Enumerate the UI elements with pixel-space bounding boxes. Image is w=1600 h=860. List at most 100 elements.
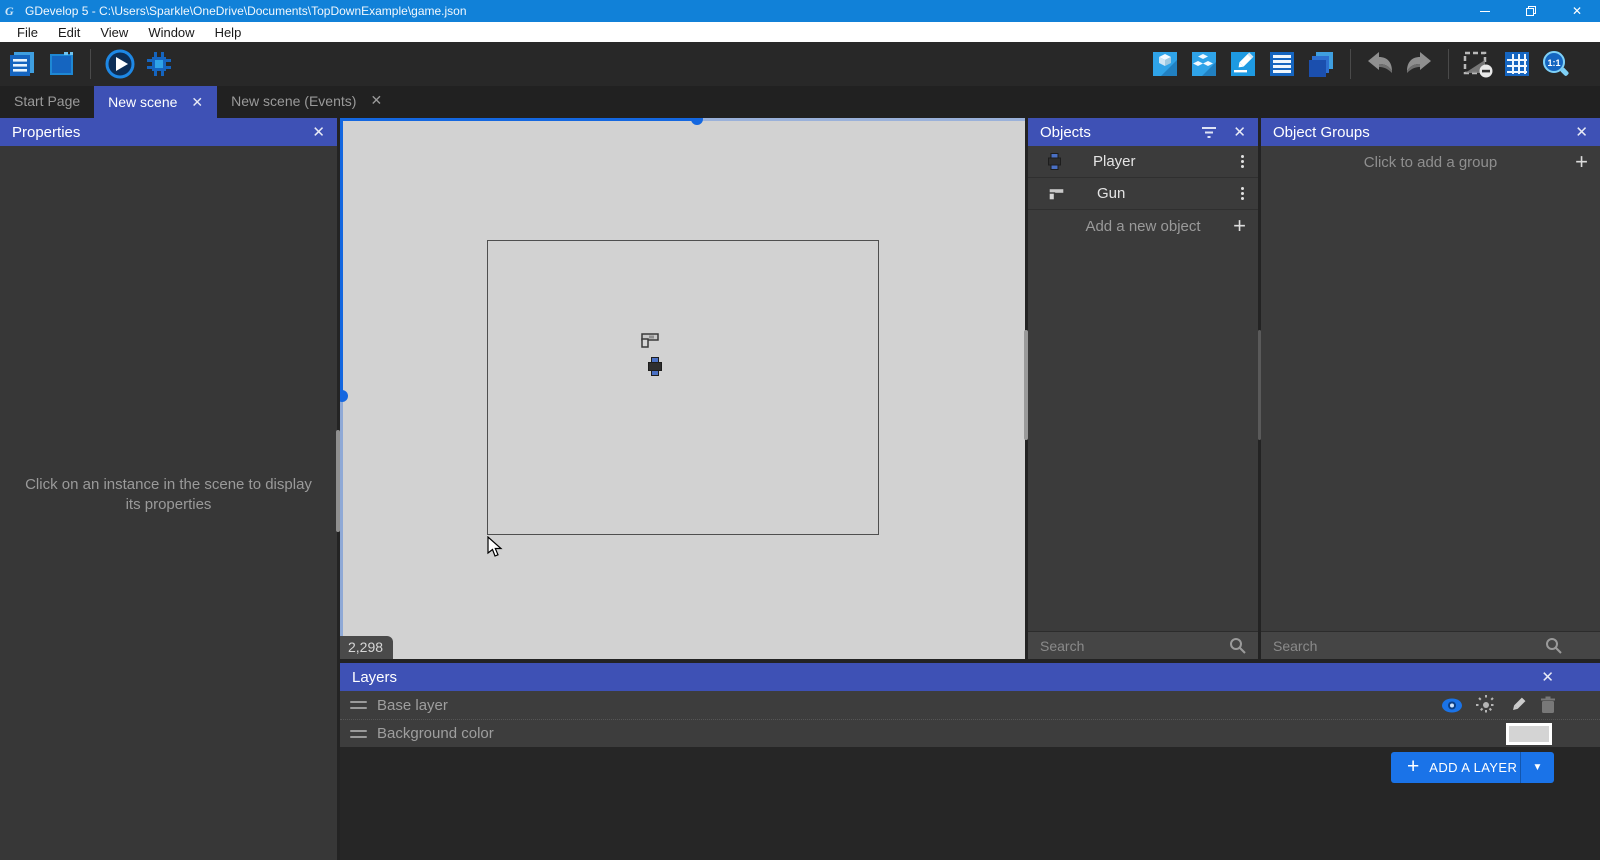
panel-title: Objects xyxy=(1040,123,1091,141)
close-panel-icon[interactable]: ✕ xyxy=(1575,123,1588,141)
layers-panel-header: Layers ✕ xyxy=(340,663,1600,691)
minimize-icon xyxy=(1480,10,1490,12)
clear-selection-icon xyxy=(1463,51,1493,78)
plus-icon: + xyxy=(1233,213,1246,238)
panel-resize-scrollbar[interactable] xyxy=(1024,330,1028,440)
panel-resize-scrollbar[interactable] xyxy=(1258,330,1261,440)
clear-selection-button[interactable] xyxy=(1462,48,1494,80)
undo-button[interactable] xyxy=(1364,48,1396,80)
object-row-gun[interactable]: Gun xyxy=(1028,178,1258,210)
add-group-button[interactable]: Click to add a group + xyxy=(1261,146,1600,178)
object-menu-icon[interactable] xyxy=(1237,183,1248,204)
tab-bar: Start Page New scene ✕ New scene (Events… xyxy=(0,86,1600,118)
toggle-properties-panel-button[interactable] xyxy=(1227,48,1259,80)
start-page-button[interactable] xyxy=(45,48,77,80)
filter-icon[interactable] xyxy=(1201,125,1217,139)
properties-panel-icon xyxy=(1231,52,1255,76)
minimize-button[interactable] xyxy=(1462,0,1508,22)
add-new-object-label: Add a new object xyxy=(1085,217,1201,235)
restore-icon xyxy=(1526,6,1536,16)
horizontal-scrollbar-track[interactable] xyxy=(340,118,697,121)
tab-new-scene-events[interactable]: New scene (Events) ✕ xyxy=(217,86,396,115)
objects-search-input[interactable] xyxy=(1040,637,1229,654)
menu-file[interactable]: File xyxy=(8,24,47,41)
layer-row-background[interactable]: Background color xyxy=(340,719,1600,747)
layer-visibility-icon[interactable] xyxy=(1441,698,1463,713)
mouse-cursor xyxy=(487,536,503,557)
drag-handle-icon[interactable] xyxy=(350,729,367,738)
panel-resize-scrollbar[interactable] xyxy=(336,430,340,532)
toolbar-separator xyxy=(90,49,91,79)
gun-instance[interactable] xyxy=(641,332,659,348)
panel-title: Properties xyxy=(12,123,81,141)
toggle-layers-panel-button[interactable] xyxy=(1305,48,1337,80)
toolbar-separator xyxy=(1448,49,1449,79)
add-layer-button[interactable]: + ADD A LAYER ▼ xyxy=(1391,752,1554,783)
layer-name: Background color xyxy=(377,725,494,742)
vertical-scrollbar-thumb[interactable] xyxy=(340,390,348,402)
svg-text:1:1: 1:1 xyxy=(1547,58,1560,68)
drag-handle-icon[interactable] xyxy=(350,701,367,709)
groups-search-input[interactable] xyxy=(1273,637,1545,654)
redo-button[interactable] xyxy=(1403,48,1435,80)
menu-help[interactable]: Help xyxy=(206,24,251,41)
panel-title: Layers xyxy=(352,668,398,686)
tab-close-icon[interactable]: ✕ xyxy=(370,92,382,109)
toolbar-separator xyxy=(1350,49,1351,79)
objects-panel-header: Objects ✕ xyxy=(1028,118,1258,146)
toggle-grid-button[interactable] xyxy=(1501,48,1533,80)
add-new-object-button[interactable]: Add a new object + xyxy=(1028,210,1258,242)
redo-icon xyxy=(1407,52,1431,73)
toggle-objects-panel-button[interactable] xyxy=(1149,48,1181,80)
plus-icon: + xyxy=(1575,149,1588,174)
layers-panel-icon xyxy=(1309,52,1333,77)
close-panel-icon[interactable]: ✕ xyxy=(312,123,325,141)
layer-effects-icon[interactable] xyxy=(1476,695,1496,715)
layer-edit-icon[interactable] xyxy=(1509,696,1527,714)
menu-window[interactable]: Window xyxy=(139,24,203,41)
properties-panel-header: Properties ✕ xyxy=(0,118,337,146)
plus-icon: + xyxy=(1407,754,1420,778)
scene-canvas[interactable]: 2,298 xyxy=(340,118,1025,659)
debug-icon xyxy=(147,52,171,76)
layers-panel: Layers ✕ Base layer Background color + A… xyxy=(340,663,1600,860)
restore-button[interactable] xyxy=(1508,0,1554,22)
tab-new-scene[interactable]: New scene ✕ xyxy=(94,86,218,118)
close-icon: ✕ xyxy=(1571,4,1583,18)
debug-button[interactable] xyxy=(143,48,175,80)
tab-start-page[interactable]: Start Page xyxy=(0,86,94,115)
toggle-object-groups-panel-button[interactable] xyxy=(1188,48,1220,80)
vertical-scrollbar-track[interactable] xyxy=(340,118,343,396)
close-panel-icon[interactable]: ✕ xyxy=(1541,668,1554,686)
layer-delete-icon[interactable] xyxy=(1540,696,1556,714)
window-title: GDevelop 5 - C:\Users\Sparkle\OneDrive\D… xyxy=(25,4,467,18)
background-color-swatch[interactable] xyxy=(1506,722,1552,745)
window-controls: ✕ xyxy=(1462,0,1600,22)
object-menu-icon[interactable] xyxy=(1237,151,1248,172)
horizontal-scrollbar-track[interactable] xyxy=(697,118,1025,121)
zoom-original-button[interactable]: 1:1 xyxy=(1540,48,1572,80)
menu-edit[interactable]: Edit xyxy=(49,24,89,41)
menu-view[interactable]: View xyxy=(91,24,137,41)
close-button[interactable]: ✕ xyxy=(1554,0,1600,22)
add-layer-dropdown[interactable]: ▼ xyxy=(1520,752,1554,783)
play-button[interactable] xyxy=(104,48,136,80)
layer-row-base[interactable]: Base layer xyxy=(340,691,1600,719)
tab-label: New scene xyxy=(108,94,178,110)
panel-title: Object Groups xyxy=(1273,123,1370,141)
tab-close-icon[interactable]: ✕ xyxy=(191,94,203,111)
project-manager-icon xyxy=(10,52,34,76)
toggle-instances-list-button[interactable] xyxy=(1266,48,1298,80)
player-instance[interactable] xyxy=(648,357,662,376)
add-layer-label: ADD A LAYER xyxy=(1429,760,1518,775)
vertical-scrollbar-track[interactable] xyxy=(340,396,343,659)
horizontal-scrollbar-thumb[interactable] xyxy=(691,118,703,125)
properties-empty-message: Click on an instance in the scene to dis… xyxy=(25,476,312,513)
gdevelop-logo-icon: G xyxy=(5,4,14,18)
close-panel-icon[interactable]: ✕ xyxy=(1233,123,1246,141)
objects-panel-icon xyxy=(1153,52,1177,76)
object-row-player[interactable]: Player xyxy=(1028,146,1258,178)
objects-panel: Objects ✕ Player Gun Add a new object + … xyxy=(1028,118,1258,659)
project-manager-button[interactable] xyxy=(6,48,38,80)
main-toolbar: 1:1 xyxy=(0,42,1600,86)
